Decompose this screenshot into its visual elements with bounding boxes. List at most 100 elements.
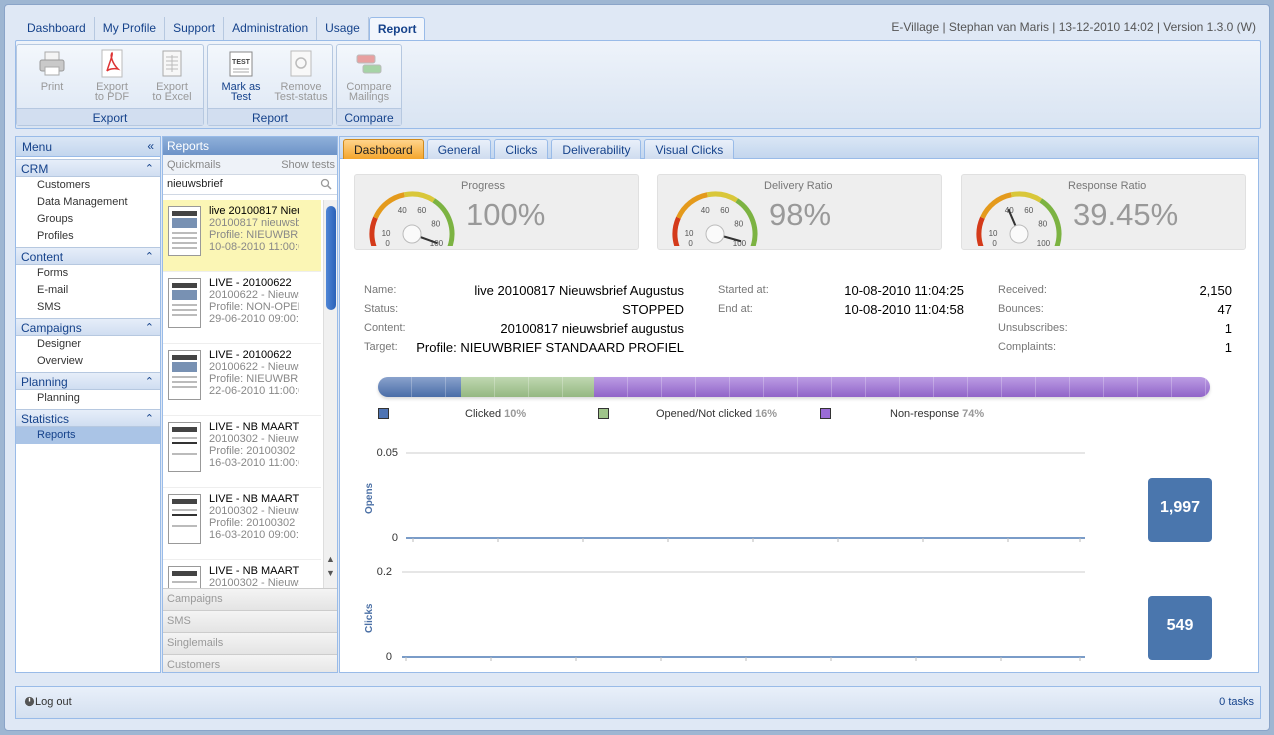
pdf-icon <box>101 49 123 78</box>
tab-dashboard-main[interactable]: Dashboard <box>343 139 424 159</box>
menu-item-email[interactable]: E-mail <box>16 282 160 299</box>
item-title: LIVE - 20100622 <box>209 349 292 361</box>
item-subtitle: 20100622 - Nieuwsbrief <box>209 289 299 301</box>
tab-dashboard[interactable]: Dashboard <box>19 17 95 41</box>
tab-my-profile[interactable]: My Profile <box>95 17 166 41</box>
gauge-tick-label: 0 <box>992 239 997 246</box>
collapse-up-icon[interactable]: ⌃ <box>145 250 154 263</box>
end-value: 10-08-2010 11:04:58 <box>844 302 964 317</box>
menu-item-customers[interactable]: Customers <box>16 177 160 194</box>
section-singlemails[interactable]: Singlemails <box>163 632 337 654</box>
delivery-ratio-gauge: 0 10 40 60 80 100 Delivery Ratio 98% <box>657 174 942 250</box>
mail-thumbnail <box>168 278 201 328</box>
collapse-left-icon[interactable]: « <box>147 139 154 153</box>
menu-item-forms[interactable]: Forms <box>16 265 160 282</box>
tab-support[interactable]: Support <box>165 17 225 41</box>
section-campaigns[interactable]: Campaigns <box>163 588 337 610</box>
list-item[interactable]: LIVE - NB MAART 20100302 - Nieuwsbrief P… <box>163 488 321 560</box>
export-pdf-label2: to PDF <box>94 91 130 103</box>
menu-item-data-management[interactable]: Data Management <box>16 194 160 211</box>
remove-test-status-button[interactable]: Remove Test-status <box>272 49 330 103</box>
collapse-up-icon[interactable]: ⌃ <box>145 375 154 388</box>
logout-button[interactable]: Log out <box>24 696 72 708</box>
menu-section-content[interactable]: Content ⌃ <box>16 247 160 265</box>
menu-item-sms[interactable]: SMS <box>16 299 160 316</box>
list-item[interactable]: live 20100817 Nieuwsbrief 20100817 nieuw… <box>163 200 321 272</box>
section-sms[interactable]: SMS <box>163 610 337 632</box>
compare-mailings-button[interactable]: Compare Mailings <box>340 49 398 103</box>
list-item[interactable]: LIVE - NB MAART 20100302 - Nieuwsbrief <box>163 560 321 588</box>
gauge-tick-label: 0 <box>385 239 390 246</box>
scroll-up-icon[interactable]: ▲ <box>326 554 335 564</box>
search-icon[interactable] <box>320 178 332 190</box>
legend-text: Clicked 10% <box>465 408 526 420</box>
menu-item-reports[interactable]: Reports <box>16 427 160 444</box>
section-customers[interactable]: Customers <box>163 654 337 672</box>
scroll-down-icon[interactable]: ▼ <box>326 568 335 578</box>
gauge-tick-label: 100 <box>1037 239 1051 246</box>
menu-section-campaigns[interactable]: Campaigns ⌃ <box>16 318 160 336</box>
list-item-text: LIVE - NB MAART 20100302 - Nieuwsbrief P… <box>209 493 299 541</box>
mark-as-test-button[interactable]: TEST Mark as Test <box>212 49 270 103</box>
list-scrollbar[interactable]: ▲ ▼ <box>323 200 337 588</box>
legend-percent: 10% <box>504 408 527 420</box>
tab-administration[interactable]: Administration <box>224 17 318 41</box>
menu-item-overview[interactable]: Overview <box>16 353 160 370</box>
export-excel-button[interactable]: Export to Excel <box>143 49 201 103</box>
item-profile: Profile: 20100302 <box>209 445 296 457</box>
tab-clicks[interactable]: Clicks <box>494 139 549 159</box>
item-subtitle: 20100302 - Nieuwsbrief <box>209 433 299 445</box>
menu-section-planning[interactable]: Planning ⌃ <box>16 372 160 390</box>
compare-icon <box>356 54 382 74</box>
gauge-label: Progress <box>461 180 506 192</box>
compare-label2: Mailings <box>348 91 390 103</box>
remove-test-label2: Test-status <box>274 91 328 103</box>
gauge-arc-yellow <box>403 191 436 203</box>
logout-label: Log out <box>35 696 72 708</box>
progress-gauge: 010406080100 Progress 100% <box>354 174 639 250</box>
menu-item-groups[interactable]: Groups <box>16 211 160 228</box>
legend-label: Non-response <box>890 408 960 420</box>
printer-icon <box>39 51 65 76</box>
tab-usage[interactable]: Usage <box>317 17 369 41</box>
export-pdf-button[interactable]: Export to PDF <box>83 49 141 103</box>
menu-section-crm[interactable]: CRM ⌃ <box>16 159 160 177</box>
menu-section-statistics[interactable]: Statistics ⌃ <box>16 409 160 427</box>
gauge-tick-label: 80 <box>734 219 743 228</box>
search-value: nieuwsbrief <box>167 178 223 190</box>
scrollbar-thumb[interactable] <box>326 206 336 310</box>
top-nav: Dashboard My Profile Support Administrat… <box>19 17 426 41</box>
clicks-chart: Clicks 0.2 0 <box>340 561 1120 671</box>
tab-general[interactable]: General <box>426 139 492 159</box>
list-item[interactable]: LIVE - 20100622 20100622 - Nieuwsbrief P… <box>163 344 321 416</box>
clicks-plot <box>402 571 1085 661</box>
gauge-dial: 010406080100 <box>369 191 455 246</box>
name-label: Name: <box>364 284 397 296</box>
menu-item-profiles[interactable]: Profiles <box>16 228 160 245</box>
tab-report[interactable]: Report <box>368 17 426 41</box>
menu-item-designer[interactable]: Designer <box>16 336 160 353</box>
show-tests-toggle[interactable]: Show tests <box>281 159 335 171</box>
list-item[interactable]: LIVE - NB MAART 20100302 - Nieuwsbrief P… <box>163 416 321 488</box>
menu-section-title: Planning <box>21 375 68 389</box>
response-segment-clicked <box>378 377 462 397</box>
svg-text:TEST: TEST <box>232 59 251 66</box>
collapse-up-icon[interactable]: ⌃ <box>145 321 154 334</box>
at-sign-icon <box>290 50 312 77</box>
search-input[interactable]: nieuwsbrief <box>163 175 337 195</box>
collapse-up-icon[interactable]: ⌃ <box>145 412 154 425</box>
status-value: STOPPED <box>622 302 684 317</box>
menu-item-planning[interactable]: Planning <box>16 390 160 407</box>
target-value: Profile: NIEUWBRIEF STANDAARD PROFIEL <box>416 340 684 355</box>
opens-total-badge: 1,997 <box>1148 478 1212 542</box>
print-button[interactable]: Print <box>23 49 81 93</box>
collapse-up-icon[interactable]: ⌃ <box>145 162 154 175</box>
gauge-tick-label: 60 <box>720 206 729 215</box>
opens-plot <box>406 452 1085 542</box>
reports-panel: Reports Quickmails Show tests nieuwsbrie… <box>162 136 338 673</box>
tasks-counter[interactable]: 0 tasks <box>1219 696 1254 708</box>
tab-deliverability[interactable]: Deliverability <box>551 139 642 159</box>
tab-visual-clicks[interactable]: Visual Clicks <box>644 139 735 159</box>
list-item[interactable]: LIVE - 20100622 20100622 - Nieuwsbrief P… <box>163 272 321 344</box>
gauge-hub <box>402 224 422 244</box>
